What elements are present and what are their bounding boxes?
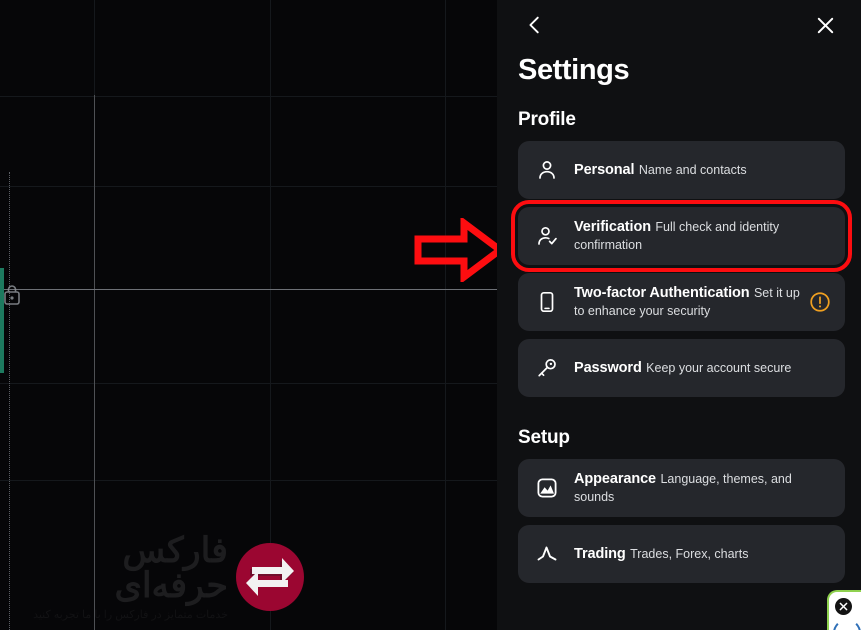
chart-gridline-horizontal (0, 480, 497, 481)
watermark: فارکس حرفه‌ای خدمات متمایز در فارکس را ب… (14, 531, 304, 621)
settings-panel: Settings Profile Personal Name and conta… (497, 0, 861, 630)
close-icon (839, 602, 848, 611)
setup-card-list: Appearance Language, themes, and sounds … (497, 459, 861, 583)
settings-item-subtitle: Keep your account secure (646, 360, 792, 375)
chart-line-icon (534, 541, 560, 567)
settings-item-password[interactable]: Password Keep your account secure (518, 339, 845, 397)
page-title: Settings (518, 54, 630, 86)
person-icon (534, 157, 560, 183)
chart-gridline-vertical (445, 0, 446, 630)
settings-item-title: Two-factor Authentication (574, 284, 750, 301)
watermark-subtitle: خدمات متمایز در فارکس را با ما تجربه کنی… (33, 609, 228, 621)
settings-item-subtitle: Trades, Forex, charts (630, 546, 749, 561)
key-icon (534, 355, 560, 381)
chart-dotted-guide (9, 172, 10, 630)
support-widget-close-button[interactable] (835, 598, 852, 615)
phone-icon (534, 289, 560, 315)
chart-gridline-horizontal (0, 96, 497, 97)
settings-item-title: Password (574, 359, 642, 376)
profile-card-list: Personal Name and contacts Verification … (497, 141, 861, 397)
settings-item-title: Trading (574, 545, 626, 562)
warning-icon (809, 291, 831, 313)
settings-item-personal[interactable]: Personal Name and contacts (518, 141, 845, 199)
image-icon (534, 475, 560, 501)
settings-item-text: Password Keep your account secure (574, 359, 831, 377)
settings-item-verification[interactable]: Verification Full check and identity con… (511, 200, 852, 272)
section-title-setup: Setup (518, 427, 570, 448)
watermark-title: فارکس حرفه‌ای (114, 531, 229, 605)
settings-item-text: Two-factor Authentication Set it up to e… (574, 284, 809, 320)
chat-bubble-icon (833, 619, 861, 630)
settings-item-title: Verification (574, 218, 651, 235)
chart-crosshair-vertical (94, 95, 95, 630)
panel-header (497, 0, 861, 46)
trading-chart-background: فارکس حرفه‌ای خدمات متمایز در فارکس را ب… (0, 0, 497, 630)
chart-crosshair-horizontal (0, 289, 497, 290)
settings-item-two-factor-authentication[interactable]: Two-factor Authentication Set it up to e… (518, 273, 845, 331)
settings-item-text: Trading Trades, Forex, charts (574, 545, 831, 563)
settings-item-title: Personal (574, 161, 635, 178)
close-icon (817, 17, 833, 33)
settings-item-subtitle: Name and contacts (638, 162, 747, 177)
settings-item-title: Appearance (574, 470, 657, 487)
watermark-text: فارکس حرفه‌ای خدمات متمایز در فارکس را ب… (14, 531, 229, 621)
chart-gridline-horizontal (0, 383, 497, 384)
section-title-profile: Profile (518, 109, 576, 130)
chart-gridline-horizontal (0, 186, 497, 187)
close-button[interactable] (809, 9, 841, 41)
settings-item-appearance[interactable]: Appearance Language, themes, and sounds (518, 459, 845, 517)
chart-gridline-vertical (270, 0, 271, 630)
person-check-icon (534, 223, 560, 249)
support-chat-widget[interactable] (827, 590, 861, 630)
back-button[interactable] (519, 9, 551, 41)
settings-item-text: Appearance Language, themes, and sounds (574, 470, 831, 506)
settings-item-text: Verification Full check and identity con… (574, 218, 831, 254)
settings-item-trading[interactable]: Trading Trades, Forex, charts (518, 525, 845, 583)
settings-item-text: Personal Name and contacts (574, 161, 831, 179)
lock-icon (4, 285, 20, 305)
chevron-left-icon (529, 16, 539, 34)
